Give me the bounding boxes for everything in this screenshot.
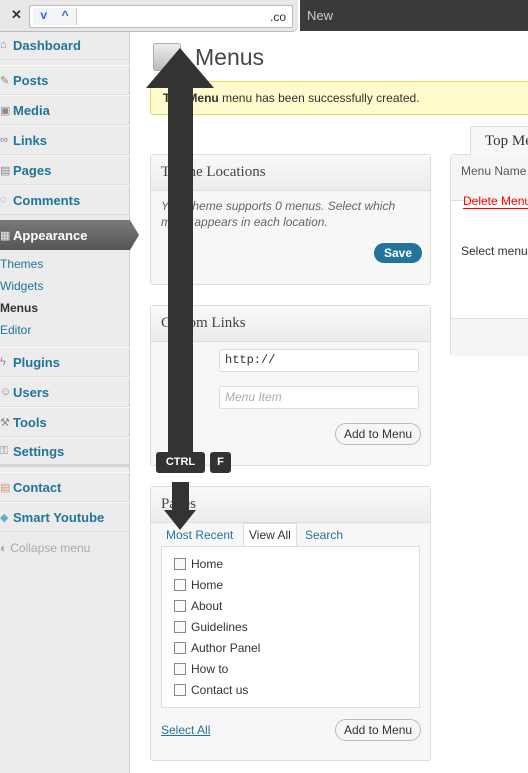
f-key: F (210, 452, 231, 473)
arrow-overlay (146, 48, 214, 530)
up-arrow-icon (146, 48, 214, 472)
down-arrow-icon (164, 482, 196, 530)
ctrl-key: CTRL (156, 452, 205, 473)
